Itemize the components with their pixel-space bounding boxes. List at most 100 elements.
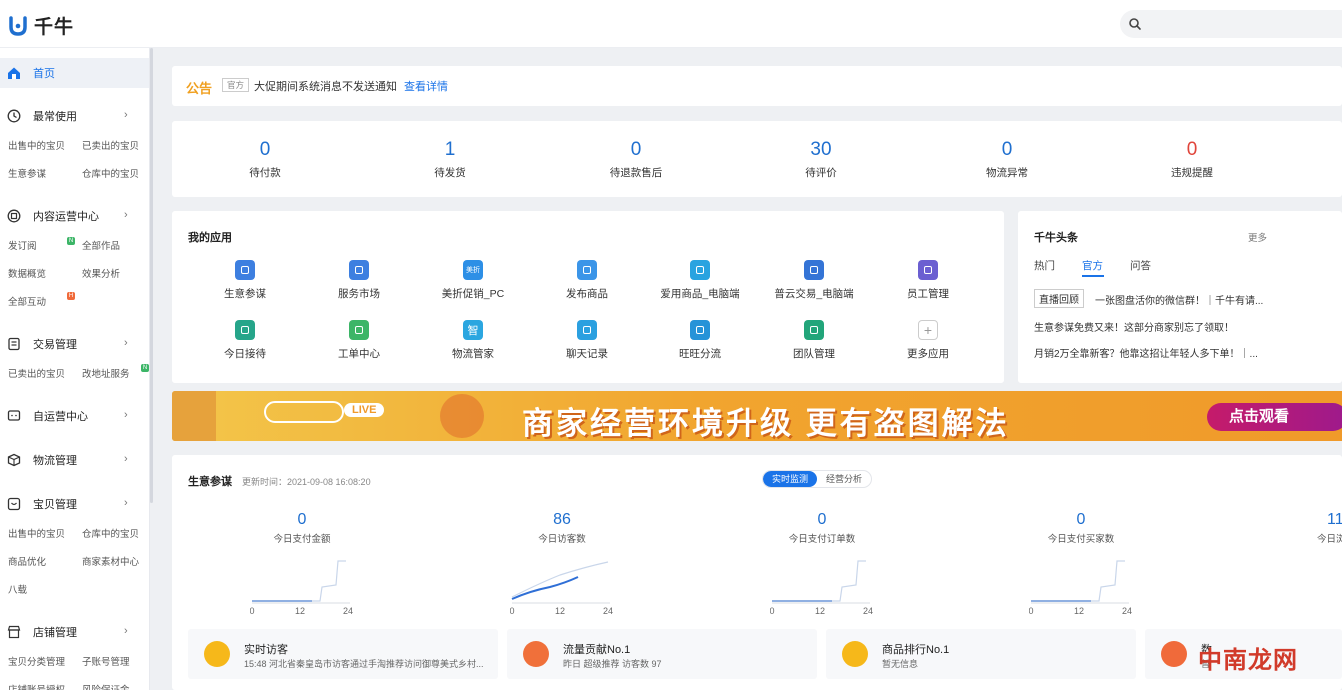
sidebar-item-home[interactable]: 首页 [0,58,149,88]
tab-hot[interactable]: 热门 [1034,258,1055,273]
business-advisor-card: 生意参谋 更新时间：2021-09-08 16:08:20 实时监测 经营分析 … [172,455,1342,690]
app-item[interactable]: 爱用商品_电脑端 [655,260,745,301]
metric-orders[interactable]: 0 今日支付订单数 [737,511,907,545]
sidebar-link[interactable]: 已卖出的宝贝 [82,138,139,152]
sidebar-section-header[interactable]: 交易管理 › [0,333,149,355]
app-item[interactable]: 普云交易_电脑端 [769,260,859,301]
tab-qa[interactable]: 问答 [1130,258,1151,273]
news-item[interactable]: 月销2万全靠新客？他靠这招让年轻人多下单！｜... [1034,345,1258,360]
banner-logo-shape [264,401,344,423]
stat-label: 待退款售后 [609,167,663,179]
user-icon [235,320,255,340]
stat-violation[interactable]: 0 违规提醒 [1132,139,1252,180]
app-item[interactable]: 员工管理 [883,260,973,301]
content-icon [7,209,21,223]
sparkline-tick-label: 0 [250,606,255,616]
news-item[interactable]: 一张图盘活你的微信群！｜千牛有请... [1095,292,1263,307]
metric-label: 今日支付金额 [273,534,331,545]
sidebar-link[interactable]: 全部作品 [82,238,120,252]
tab-realtime[interactable]: 实时监测 [763,471,818,487]
stat-label: 物流异常 [986,167,1028,179]
metric-payment-amount[interactable]: 0 今日支付金额 [217,511,387,545]
stat-label: 待评价 [805,167,837,179]
sidebar-link[interactable]: 改地址服务 [82,366,130,380]
brand-logo[interactable]: 千牛 [8,12,74,39]
promo-banner[interactable]: LIVE 商家经营环境升级 更有盗图解法 点击观看 [172,391,1342,441]
sidebar-link[interactable]: 出售中的宝贝 [8,138,65,152]
app-item[interactable]: 美折 美折促销_PC [428,260,518,301]
sidebar-link[interactable]: 效果分析 [82,266,120,280]
sidebar-section-header[interactable]: 最常使用 › [0,105,149,127]
news-more-link[interactable]: 更多 [1248,230,1267,244]
sidebar-link[interactable]: 商品优化 [8,554,46,568]
business-updated-time: 更新时间：2021-09-08 16:08:20 [242,477,371,487]
sidebar-link[interactable]: 八载 [8,582,27,596]
new-badge: N [67,237,75,245]
tab-official[interactable]: 官方 [1082,258,1103,273]
stat-logistics-exception[interactable]: 0 物流异常 [947,139,1067,180]
app-item[interactable]: 聊天记录 [542,320,632,361]
notice-detail-link[interactable]: 查看详情 [404,78,448,94]
sidebar-link[interactable]: 出售中的宝贝 [8,526,65,540]
sidebar-link[interactable]: 子账号管理 [82,654,130,668]
sidebar-section-header[interactable]: 内容运营中心 › [0,205,149,227]
stat-pending-shipment[interactable]: 1 待发货 [390,139,510,180]
chevron-right-icon: › [124,109,128,121]
sparkline-tick-label: 12 [295,606,305,616]
sidebar-link[interactable]: 数据概览 [8,266,46,280]
sparkline-tick-label: 24 [863,606,873,616]
sidebar-link[interactable]: 风险保证金 [82,682,130,690]
stat-pending-review[interactable]: 30 待评价 [761,139,881,180]
stat-pending-refund[interactable]: 0 待退款售后 [576,139,696,180]
sidebar-link[interactable]: 发订阅 [8,238,37,252]
banner-live-tag: LIVE [344,403,385,417]
traffic-top-card[interactable]: 流量贡献No.1 昨日 超级推荐 访客数 97 [507,629,817,679]
sidebar-link[interactable]: 仓库中的宝贝 [82,526,139,540]
sidebar-link[interactable]: 商家素材中心 [82,554,139,568]
search-input[interactable] [1120,10,1342,38]
app-item[interactable]: 生意参谋 [200,260,290,301]
sidebar-section-header[interactable]: 物流管理 › [0,449,149,471]
sidebar-section-title: 自运营中心 [33,411,88,423]
sparkline-tick-label: 24 [343,606,353,616]
metric-value: 0 [817,511,827,528]
app-item[interactable]: 今日接待 [200,320,290,361]
app-item[interactable]: + 更多应用 [883,320,973,361]
goods-rank-card[interactable]: 商品排行No.1 暂无信息 [826,629,1136,679]
news-tag: 直播回顾 [1034,289,1084,308]
metric-buyers[interactable]: 0 今日支付买家数 [996,511,1166,545]
app-item[interactable]: 发布商品 [542,260,632,301]
sidebar-section-content: 内容运营中心 › [0,205,149,227]
sidebar-section-header[interactable]: 自运营中心 › [0,405,149,427]
chat-record-icon [577,320,597,340]
sidebar-section-title: 宝贝管理 [33,499,77,511]
chat-icon [7,410,21,421]
app-item[interactable]: 团队管理 [769,320,859,361]
glyph-shape [810,266,818,274]
sidebar-section-header[interactable]: 宝贝管理 › [0,493,149,515]
sidebar-link[interactable]: 宝贝分类管理 [8,654,65,668]
sidebar-link[interactable]: 仓库中的宝贝 [82,166,139,180]
metric-visitors[interactable]: 86 今日访客数 [477,511,647,545]
sidebar-section-header[interactable]: 店铺管理 › [0,621,149,643]
realtime-visitor-card[interactable]: 实时访客 15:48 河北省秦皇岛市访客通过手淘推荐访问御尊美式乡村... [188,629,498,679]
sidebar-scrollbar[interactable] [150,48,153,503]
tab-analysis[interactable]: 经营分析 [817,471,871,487]
sparkline-tick-label: 12 [815,606,825,616]
sidebar-link[interactable]: 店铺账号授权 [8,682,65,690]
news-item[interactable]: 生意参谋免费又来！这部分商家别忘了领取！ [1034,319,1234,334]
app-item[interactable]: 旺旺分流 [655,320,745,361]
metric-views[interactable]: 11 今日浏 [1257,511,1342,545]
hot-badge: H [67,292,75,300]
sidebar-link[interactable]: 生意参谋 [8,166,46,180]
money-icon [804,260,824,280]
metric-value: 0 [1076,511,1086,528]
stat-pending-payment[interactable]: 0 待付款 [205,139,325,180]
sidebar-link[interactable]: 全部互动 [8,294,46,308]
sparkline-tick-label: 12 [1074,606,1084,616]
app-item[interactable]: 服务市场 [314,260,404,301]
sidebar-link[interactable]: 已卖出的宝贝 [8,366,65,380]
banner-watch-button[interactable]: 点击观看 [1207,403,1342,431]
app-item[interactable]: 智物流管家 [428,320,518,361]
app-item[interactable]: 工单中心 [314,320,404,361]
